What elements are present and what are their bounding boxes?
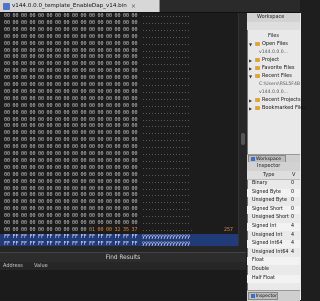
folder-icon xyxy=(255,58,260,62)
find-results-panel-header[interactable]: Find Results xyxy=(0,252,246,262)
inspector-value: 0 xyxy=(291,181,295,186)
folder-icon xyxy=(255,106,260,110)
folder-icon xyxy=(255,98,260,102)
folder-icon xyxy=(255,42,260,46)
column-address[interactable]: Address xyxy=(3,262,23,270)
chevron-right-icon[interactable]: ▶ xyxy=(249,58,253,63)
workspace-item-open-files[interactable]: ▼ Open Files xyxy=(249,40,288,48)
chevron-right-icon[interactable]: ▶ xyxy=(249,98,253,103)
inspector-tab-strip: Inspector xyxy=(247,290,300,301)
workspace-item-bookmarked-files[interactable]: ▶ Bookmarked Files xyxy=(249,104,306,112)
workspace-icon xyxy=(251,157,255,161)
column-value[interactable]: Value xyxy=(34,262,48,270)
inspector-type: Double xyxy=(252,267,269,272)
inspector-value: 4 xyxy=(291,232,295,238)
workspace-item-recent-projects[interactable]: ▶ Recent Projects xyxy=(249,96,301,104)
binary-file-icon xyxy=(3,2,10,10)
inspector-value: 0 xyxy=(291,198,295,204)
chevron-right-icon[interactable]: ▶ xyxy=(249,106,253,111)
column-type[interactable]: Type xyxy=(263,171,274,179)
workspace-item-recent-path[interactable]: C:\Users\RSL5F4B xyxy=(259,80,300,88)
inspector-type: Signed Byte xyxy=(252,189,281,195)
inspector-row[interactable]: Signed Short 0 xyxy=(247,205,300,214)
folder-icon xyxy=(255,66,260,70)
hex-editor-pane[interactable]: 00 00 00 00 00 00 00 00 00 00 00 00 00 00 00 00........… xyxy=(0,13,246,246)
chevron-down-icon[interactable]: ▼ xyxy=(249,42,253,47)
inspector-type: Signed Int xyxy=(252,224,277,229)
inspector-row[interactable]: Unsigned Int64 4 xyxy=(247,249,300,257)
workspace-item-recent-file[interactable]: v144.0.0.0... xyxy=(259,88,288,96)
inspector-value: 4 xyxy=(291,224,295,229)
column-value[interactable]: V xyxy=(292,171,295,179)
files-label: Files xyxy=(268,33,279,39)
inspector-value: 4 xyxy=(291,241,295,247)
inspector-type: Unsigned Byte xyxy=(252,198,287,204)
inspector-row[interactable]: Double xyxy=(247,266,300,274)
inspector-value: 0 xyxy=(291,189,295,195)
file-tab-label: v144.0.0.0_template_EnableDap_v14.bin xyxy=(12,3,127,9)
workspace-item-recent-files[interactable]: ▼ Recent Files xyxy=(249,72,292,80)
inspector-type: Binary xyxy=(252,181,268,186)
workspace-item-favorite-files[interactable]: ▶ Favorite Files xyxy=(249,64,295,72)
inspector-type: Unsigned Int xyxy=(252,232,283,238)
inspector-row[interactable]: Binary 0 xyxy=(247,180,300,188)
inspector-columns: Type V xyxy=(247,171,300,180)
inspector-row[interactable]: Unsigned Int 4 xyxy=(247,232,300,240)
inspector-row[interactable]: Unsigned Short 0 xyxy=(247,214,300,222)
inspector-row[interactable]: Unsigned Byte 0 xyxy=(247,197,300,205)
inspector-row[interactable]: Signed Int64 4 xyxy=(247,240,300,249)
inspector-icon xyxy=(251,294,255,298)
inspector-title: Inspector xyxy=(257,163,281,169)
editor-tab-bar: v144.0.0.0_template_EnableDap_v14.bin × xyxy=(0,0,300,13)
inspector-type: Signed Int64 xyxy=(252,241,283,247)
scrollbar-thumb[interactable] xyxy=(241,133,245,145)
tab-inspector[interactable]: Inspector xyxy=(248,292,278,300)
inspector-type: Signed Short xyxy=(252,206,283,212)
inspector-row[interactable]: Signed Byte 0 xyxy=(247,188,300,197)
chevron-right-icon[interactable]: ▶ xyxy=(249,66,253,71)
workspace-item-open-file[interactable]: v144.0.0.0... xyxy=(259,48,288,56)
find-results-body xyxy=(0,270,246,300)
inspector-row[interactable]: Half Float xyxy=(247,274,300,283)
inspector-type: Float xyxy=(252,258,264,264)
hex-vertical-scrollbar[interactable] xyxy=(238,13,247,246)
inspector-value: 0 xyxy=(291,206,295,212)
inspector-type: Half Float xyxy=(252,275,275,281)
inspector-type: Unsigned Int64 xyxy=(252,249,289,255)
inspector-value: 4 xyxy=(291,249,295,255)
workspace-item-project[interactable]: ▶ Project xyxy=(249,56,279,64)
folder-icon xyxy=(255,74,260,78)
inspector-value: 0 xyxy=(291,215,295,221)
file-tab[interactable]: v144.0.0.0_template_EnableDap_v14.bin × xyxy=(0,0,160,12)
inspector-row[interactable]: Float xyxy=(247,257,300,266)
inspector-row[interactable]: Signed Int 4 xyxy=(247,223,300,231)
chevron-down-icon[interactable]: ▼ xyxy=(249,74,253,79)
files-section-header: Files xyxy=(247,22,300,39)
workspace-title: Workspace xyxy=(257,14,285,20)
find-results-title: Find Results xyxy=(105,254,141,261)
inspector-type: Unsigned Short xyxy=(252,215,289,221)
close-icon[interactable]: × xyxy=(131,3,136,10)
